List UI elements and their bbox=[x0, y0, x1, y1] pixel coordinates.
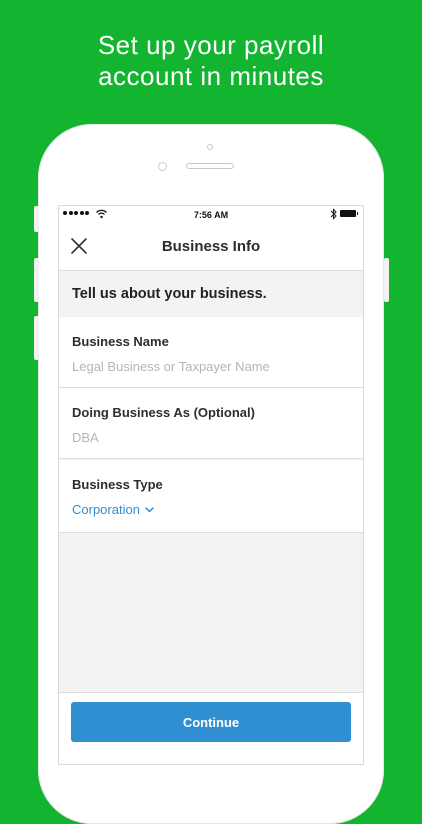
bottom-action-bar: Continue bbox=[59, 692, 363, 764]
bluetooth-icon bbox=[330, 208, 337, 220]
business-name-input[interactable] bbox=[72, 359, 342, 374]
status-bar: 7:56 AM bbox=[59, 206, 363, 224]
volume-up-button bbox=[34, 258, 39, 302]
proximity-sensor bbox=[207, 144, 213, 150]
nav-bar: Business Info bbox=[59, 224, 363, 271]
business-type-label: Business Type bbox=[72, 477, 163, 492]
power-button bbox=[384, 258, 389, 302]
front-camera bbox=[158, 162, 167, 171]
volume-down-button bbox=[34, 316, 39, 360]
headline-line-2: account in minutes bbox=[98, 61, 324, 91]
mute-switch bbox=[34, 206, 39, 232]
business-name-label: Business Name bbox=[72, 334, 169, 349]
dba-field[interactable]: Doing Business As (Optional) bbox=[59, 388, 363, 459]
phone-screen: 7:56 AM Business Info Tell us about your… bbox=[58, 205, 364, 765]
continue-button[interactable]: Continue bbox=[71, 702, 351, 742]
page-title: Business Info bbox=[161, 238, 261, 255]
headline: Set up your payroll account in minutes bbox=[0, 30, 422, 92]
section-title: Tell us about your business. bbox=[72, 286, 267, 302]
earpiece-speaker bbox=[186, 163, 234, 169]
business-type-field[interactable]: Business Type Corporation bbox=[59, 460, 363, 533]
chevron-down-icon bbox=[145, 506, 154, 513]
business-type-select[interactable]: Corporation bbox=[72, 502, 154, 517]
battery-icon bbox=[340, 210, 358, 217]
dba-input[interactable] bbox=[72, 430, 342, 445]
business-name-field[interactable]: Business Name bbox=[59, 317, 363, 388]
section-header: Tell us about your business. bbox=[59, 271, 363, 318]
dba-label: Doing Business As (Optional) bbox=[72, 405, 255, 420]
business-type-value: Corporation bbox=[72, 502, 140, 517]
headline-line-1: Set up your payroll bbox=[97, 30, 325, 60]
status-time: 7:56 AM bbox=[193, 210, 229, 220]
